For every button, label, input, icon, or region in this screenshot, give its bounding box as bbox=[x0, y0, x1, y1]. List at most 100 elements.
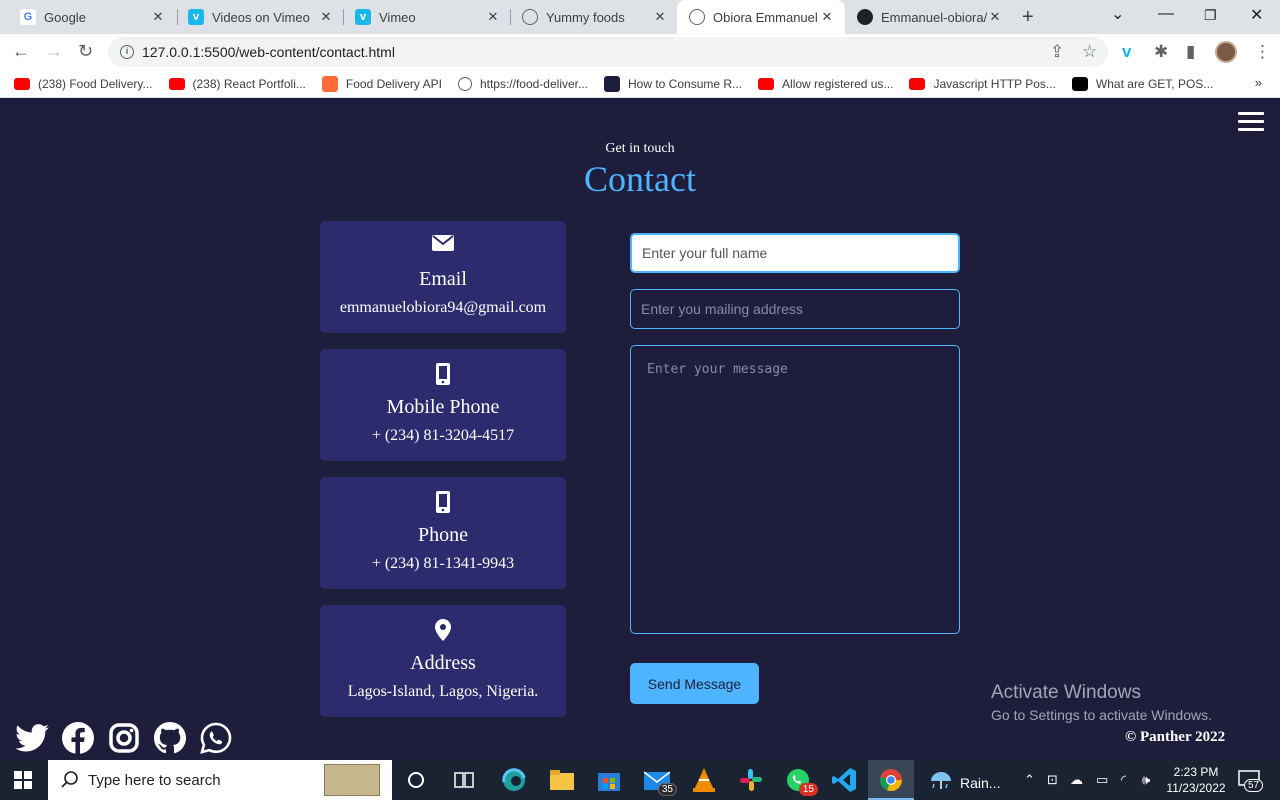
share-icon[interactable]: ⇪ bbox=[1050, 42, 1064, 62]
minimize-button[interactable]: — bbox=[1158, 5, 1174, 23]
mobile-icon bbox=[320, 491, 566, 513]
tab-yummy-foods[interactable]: Yummy foods ✕ bbox=[510, 0, 678, 34]
address-bar[interactable]: i 127.0.0.1:5500/web-content/contact.htm… bbox=[108, 37, 1108, 67]
tab-search-chevron-icon[interactable]: ⌄ bbox=[1111, 4, 1124, 24]
copyright: © Panther 2022 bbox=[1125, 729, 1226, 745]
card-value: + (234) 81-1341-9943 bbox=[371, 555, 515, 572]
instagram-icon[interactable] bbox=[106, 720, 142, 756]
phone-card[interactable]: Phone + (234) 81-1341-9943 bbox=[320, 477, 566, 589]
bookmark-item[interactable]: (238) React Portfoli... bbox=[168, 76, 306, 91]
chrome-icon[interactable] bbox=[877, 766, 905, 794]
bookmark-star-icon[interactable]: ☆ bbox=[1082, 42, 1097, 62]
windows-start-icon[interactable] bbox=[14, 771, 32, 789]
mail-icon[interactable]: 35 bbox=[643, 766, 677, 796]
menu-kebab-icon[interactable]: ⋮ bbox=[1254, 42, 1271, 62]
page-title: Contact bbox=[584, 159, 696, 199]
vimeo-extension-icon[interactable]: v bbox=[1122, 42, 1131, 62]
whatsapp-desktop-icon[interactable]: 15 bbox=[784, 766, 818, 796]
whatsapp-badge: 15 bbox=[798, 783, 818, 796]
bookmark-item[interactable]: (238) Food Delivery... bbox=[14, 77, 153, 91]
bookmark-label: (238) Food Delivery... bbox=[38, 76, 153, 91]
bookmark-label: What are GET, POS... bbox=[1095, 76, 1214, 91]
github-icon[interactable] bbox=[152, 720, 188, 756]
back-arrow-icon[interactable]: ← bbox=[12, 41, 30, 62]
battery-icon[interactable]: ▭ bbox=[1096, 772, 1108, 788]
tab-videos-on-vimeo[interactable]: v Videos on Vimeo ✕ bbox=[176, 0, 344, 34]
bookmark-item[interactable]: Food Delivery API bbox=[321, 75, 442, 92]
close-icon[interactable]: ✕ bbox=[318, 9, 334, 25]
new-tab-button[interactable]: + bbox=[1022, 6, 1034, 29]
close-icon[interactable]: ✕ bbox=[819, 9, 835, 25]
message-textarea[interactable] bbox=[630, 345, 960, 634]
weather-widget[interactable]: Rain... bbox=[930, 771, 1000, 794]
envelope-icon bbox=[320, 235, 566, 251]
search-placeholder: Type here to search bbox=[88, 771, 221, 789]
activate-windows-watermark: Activate Windows Go to Settings to activ… bbox=[991, 682, 1212, 723]
whatsapp-icon[interactable] bbox=[198, 720, 234, 756]
close-icon[interactable]: ✕ bbox=[485, 9, 501, 25]
url-text[interactable]: 127.0.0.1:5500/web-content/contact.html bbox=[142, 44, 395, 60]
facebook-icon[interactable] bbox=[60, 720, 96, 756]
taskbar-search-box[interactable]: Type here to search bbox=[48, 760, 392, 800]
tab-vimeo[interactable]: v Vimeo ✕ bbox=[343, 0, 511, 34]
wifi-icon[interactable]: ◜ bbox=[1121, 772, 1126, 788]
extensions-puzzle-icon[interactable]: ✱ bbox=[1154, 42, 1168, 62]
forward-arrow-icon[interactable]: → bbox=[45, 41, 63, 62]
onedrive-cloud-icon[interactable]: ☁ bbox=[1070, 772, 1083, 788]
send-message-button[interactable]: Send Message bbox=[630, 663, 759, 704]
tab-obiora-emmanuel[interactable]: Obiora Emmanuel I ✕ bbox=[677, 0, 845, 34]
info-icon[interactable]: i bbox=[120, 45, 134, 59]
reload-icon[interactable]: ↻ bbox=[78, 41, 93, 62]
weather-text: Rain... bbox=[960, 774, 1001, 791]
notification-center-icon[interactable]: 57 bbox=[1238, 770, 1264, 793]
cortana-icon[interactable] bbox=[402, 766, 430, 794]
file-explorer-icon[interactable] bbox=[548, 766, 576, 794]
volume-icon[interactable]: 🕪 bbox=[1142, 772, 1150, 788]
edge-icon[interactable] bbox=[500, 766, 528, 794]
full-name-input[interactable] bbox=[630, 233, 960, 273]
hamburger-menu-icon[interactable] bbox=[1238, 112, 1264, 136]
email-card[interactable]: Email emmanuelobiora94@gmail.com bbox=[320, 221, 566, 333]
windows-taskbar: Type here to search 35 15 Rain... ⌃ ⊡ ☁ … bbox=[0, 760, 1280, 800]
logo-icon bbox=[604, 75, 620, 92]
vlc-icon[interactable] bbox=[690, 766, 718, 794]
side-panel-icon[interactable]: ▮ bbox=[1186, 42, 1195, 62]
show-hidden-icons-chevron[interactable]: ⌃ bbox=[1024, 772, 1035, 788]
contact-page: Get in touch Contact Email emmanuelobior… bbox=[0, 98, 1280, 760]
bookmark-label: (238) React Portfoli... bbox=[192, 76, 306, 91]
mobile-phone-card[interactable]: Mobile Phone + (234) 81-3204-4517 bbox=[320, 349, 566, 461]
bookmarks-overflow-icon[interactable]: » bbox=[1255, 75, 1262, 90]
bookmark-item[interactable]: Javascript HTTP Pos... bbox=[909, 77, 1056, 91]
slack-icon[interactable] bbox=[737, 766, 765, 794]
address-card[interactable]: Address Lagos-Island, Lagos, Nigeria. bbox=[320, 605, 566, 717]
email-address-input[interactable] bbox=[630, 289, 960, 329]
close-icon[interactable]: ✕ bbox=[150, 9, 166, 25]
system-clock[interactable]: 2:23 PM 11/23/2022 bbox=[1164, 764, 1228, 796]
profile-avatar[interactable] bbox=[1215, 41, 1237, 63]
card-title: Address bbox=[410, 652, 476, 674]
vscode-icon[interactable] bbox=[830, 766, 858, 794]
card-value: emmanuelobiora94@gmail.com bbox=[339, 299, 547, 316]
card-title: Mobile Phone bbox=[386, 396, 500, 418]
task-view-icon[interactable] bbox=[450, 766, 478, 794]
microsoft-store-icon[interactable] bbox=[595, 766, 623, 794]
bookmark-item[interactable]: What are GET, POS... bbox=[1071, 76, 1214, 91]
google-icon: G bbox=[20, 9, 36, 25]
meet-now-icon[interactable]: ⊡ bbox=[1047, 772, 1058, 788]
mobile-icon bbox=[320, 363, 566, 385]
bookmark-item[interactable]: How to Consume R... bbox=[604, 75, 742, 92]
vimeo-icon: v bbox=[355, 9, 371, 25]
bookmark-item[interactable]: https://food-deliver... bbox=[457, 76, 588, 91]
tab-label: Yummy foods bbox=[546, 9, 625, 25]
tab-github[interactable]: Emmanuel-obiora/ ✕ bbox=[845, 0, 1013, 34]
browser-tab-bar: G Google ✕ v Videos on Vimeo ✕ v Vimeo ✕… bbox=[0, 0, 1280, 34]
window-close-button[interactable]: ✕ bbox=[1250, 5, 1263, 25]
bookmark-item[interactable]: Allow registered us... bbox=[758, 77, 893, 91]
close-icon[interactable]: ✕ bbox=[652, 9, 668, 25]
tab-google[interactable]: G Google ✕ bbox=[8, 0, 176, 34]
twitter-icon[interactable] bbox=[14, 720, 50, 756]
restore-button[interactable]: ❐ bbox=[1204, 7, 1217, 24]
bookmark-label: Food Delivery API bbox=[345, 76, 442, 91]
card-value: + (234) 81-3204-4517 bbox=[371, 427, 515, 444]
close-icon[interactable]: ✕ bbox=[987, 9, 1003, 25]
